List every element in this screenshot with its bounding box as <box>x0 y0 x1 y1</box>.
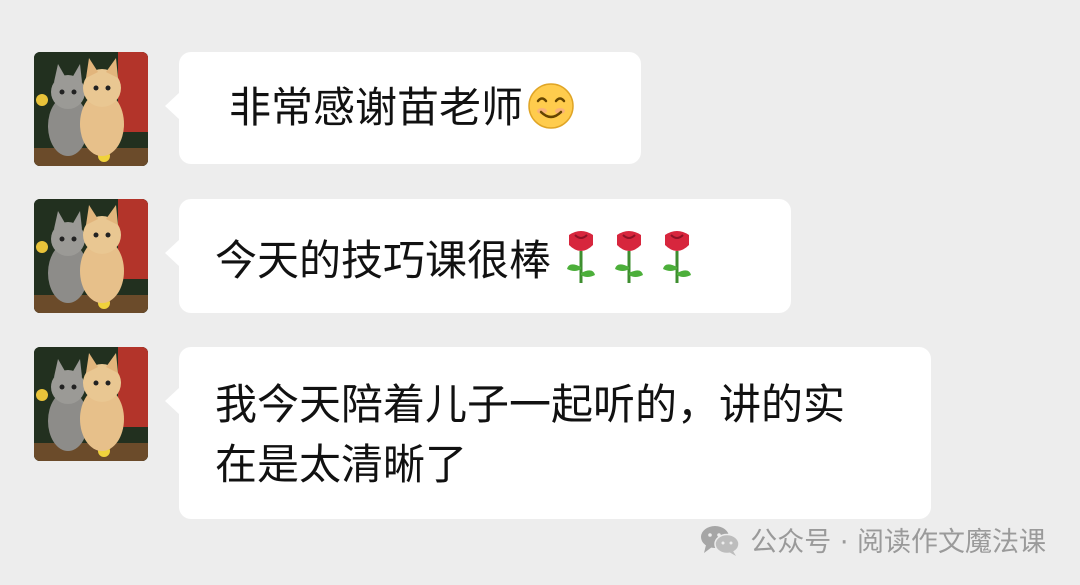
avatar[interactable] <box>34 199 148 313</box>
wechat-icon <box>700 523 740 557</box>
message-bubble[interactable]: 今天的技巧课很棒 <box>165 199 791 313</box>
message-text: 今天的技巧课很棒 <box>215 236 552 285</box>
message-bubble[interactable]: 非常感谢苗老师 <box>165 52 641 164</box>
smiling-face-emoji-icon <box>527 82 575 144</box>
watermark-label: 公众号 · 阅读作文魔法课 <box>750 527 1046 558</box>
rose-emoji-icon <box>611 229 647 299</box>
message-text-line: 在是太清晰了 <box>215 440 468 489</box>
rose-emoji-icon <box>659 229 695 299</box>
kittens-avatar-image <box>34 347 148 461</box>
watermark: 公众号 · 阅读作文魔法课 <box>700 520 1046 559</box>
avatar[interactable] <box>34 347 148 461</box>
kittens-avatar-image <box>34 199 148 313</box>
message-text: 非常感谢苗老师 <box>229 83 524 132</box>
message-text-line: 我今天陪着儿子一起听的，讲的实 <box>215 380 846 429</box>
rose-emoji-icon <box>563 229 599 299</box>
avatar[interactable] <box>34 52 148 166</box>
message-bubble[interactable]: 我今天陪着儿子一起听的，讲的实 在是太清晰了 <box>165 347 931 519</box>
kittens-avatar-image <box>34 52 148 166</box>
